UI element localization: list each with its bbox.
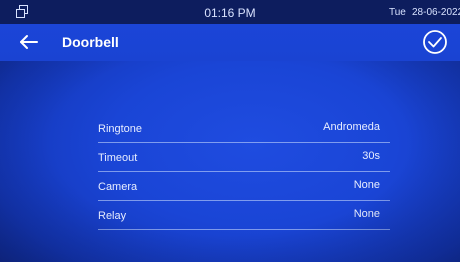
setting-label: Relay — [98, 210, 127, 222]
setting-row-relay[interactable]: Relay None — [98, 201, 390, 230]
setting-row-ringtone[interactable]: Ringtone Andromeda — [98, 114, 390, 143]
setting-row-timeout[interactable]: Timeout 30s — [98, 143, 390, 172]
settings-list: Ringtone Andromeda Timeout 30s Camera No… — [98, 114, 390, 230]
status-date: 28-06-2022 — [412, 7, 460, 18]
doorbell-settings-screen: 01:16 PM Tue 28-06-2022 Doorbell Rington… — [0, 0, 460, 262]
page-title: Doorbell — [62, 34, 119, 50]
setting-value: None — [353, 179, 380, 191]
status-bar: 01:16 PM Tue 28-06-2022 — [0, 0, 460, 24]
setting-value: None — [353, 208, 380, 220]
title-bar: Doorbell — [0, 24, 460, 61]
setting-label: Timeout — [98, 152, 138, 164]
status-day: Tue — [389, 7, 406, 18]
check-circle-icon[interactable] — [420, 27, 450, 57]
setting-label: Ringtone — [98, 123, 143, 135]
setting-value: 30s — [362, 150, 380, 162]
setting-label: Camera — [98, 181, 138, 193]
setting-row-camera[interactable]: Camera None — [98, 172, 390, 201]
arrow-left-icon[interactable] — [18, 31, 40, 53]
setting-value: Andromeda — [323, 121, 380, 133]
